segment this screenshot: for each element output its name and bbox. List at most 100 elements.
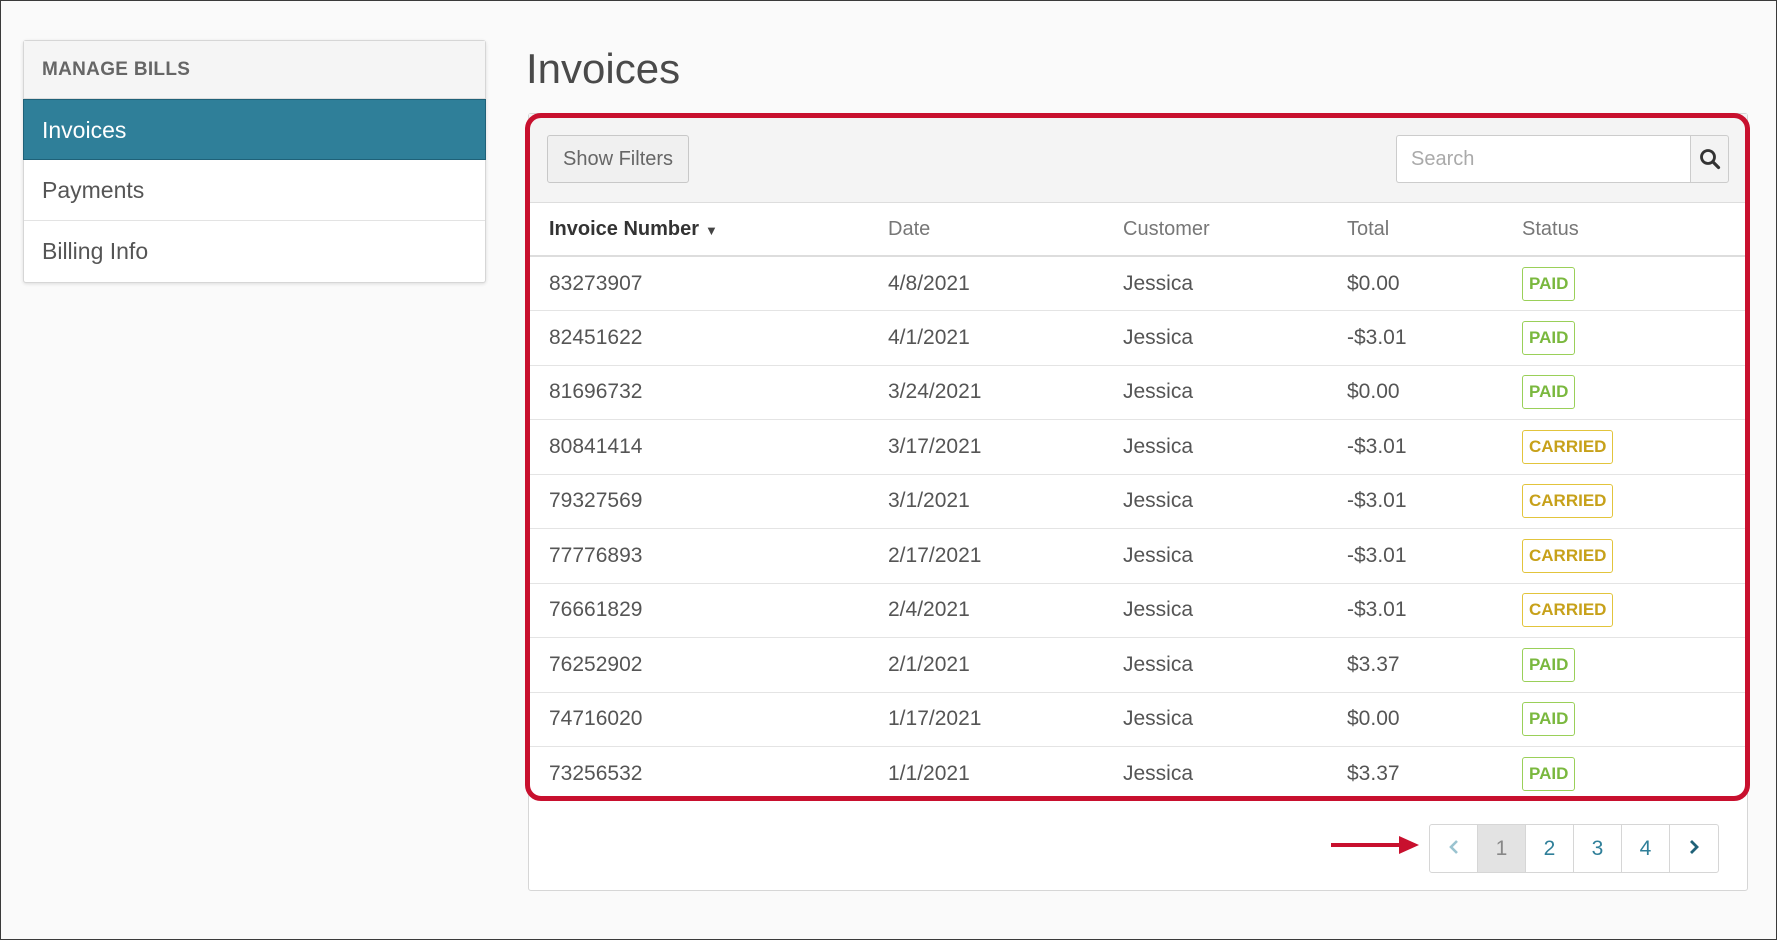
table-row[interactable]: 82451622 4/1/2021 Jessica -$3.01 PAID bbox=[529, 310, 1747, 366]
total-cell: -$3.01 bbox=[1347, 583, 1522, 638]
pagination-prev-button[interactable] bbox=[1430, 825, 1478, 872]
status-cell: PAID bbox=[1522, 692, 1747, 747]
total-cell: -$3.01 bbox=[1347, 310, 1522, 366]
table-row[interactable]: 76252902 2/1/2021 Jessica $3.37 PAID bbox=[529, 637, 1747, 693]
date-cell: 4/8/2021 bbox=[888, 256, 1123, 311]
pagination-page-1[interactable]: 1 bbox=[1478, 825, 1526, 872]
arrow-annotation-icon bbox=[1331, 836, 1419, 854]
table-row[interactable]: 74716020 1/17/2021 Jessica $0.00 PAID bbox=[529, 692, 1747, 747]
column-header-label: Invoice Number bbox=[549, 217, 700, 240]
column-header-customer[interactable]: Customer bbox=[1123, 203, 1347, 257]
pagination: 1234 bbox=[1429, 824, 1719, 873]
table-row[interactable]: 80841414 3/17/2021 Jessica -$3.01 CARRIED bbox=[529, 419, 1747, 475]
date-cell: 2/1/2021 bbox=[888, 637, 1123, 693]
table-row[interactable]: 73256532 1/1/2021 Jessica $3.37 PAID bbox=[529, 747, 1747, 802]
status-cell: PAID bbox=[1522, 256, 1747, 311]
date-cell: 3/24/2021 bbox=[888, 365, 1123, 420]
status-cell: CARRIED bbox=[1522, 583, 1747, 638]
pagination-next-button[interactable] bbox=[1670, 825, 1718, 872]
status-badge: CARRIED bbox=[1522, 429, 1614, 464]
customer-cell: Jessica bbox=[1123, 256, 1347, 311]
total-cell: -$3.01 bbox=[1347, 419, 1522, 475]
pagination-page-2[interactable]: 2 bbox=[1526, 825, 1574, 872]
customer-cell: Jessica bbox=[1123, 365, 1347, 420]
total-cell: -$3.01 bbox=[1347, 528, 1522, 584]
status-badge: PAID bbox=[1522, 757, 1576, 791]
status-badge: PAID bbox=[1522, 375, 1576, 410]
customer-cell: Jessica bbox=[1123, 419, 1347, 475]
show-filters-button[interactable]: Show Filters bbox=[547, 135, 690, 183]
invoice-number-cell: 74716020 bbox=[529, 692, 888, 747]
sort-caret-icon: ▼ bbox=[705, 222, 718, 238]
invoice-number-cell: 76661829 bbox=[529, 583, 888, 638]
invoice-number-cell: 76252902 bbox=[529, 637, 888, 693]
date-cell: 3/1/2021 bbox=[888, 474, 1123, 529]
pagination-page-3[interactable]: 3 bbox=[1574, 825, 1622, 872]
pagination-page-4[interactable]: 4 bbox=[1622, 825, 1670, 872]
search-input[interactable] bbox=[1396, 135, 1690, 183]
sidebar: MANAGE BILLS Invoices Payments Billing I… bbox=[23, 40, 486, 283]
status-cell: PAID bbox=[1522, 310, 1747, 366]
sidebar-item-payments[interactable]: Payments bbox=[24, 160, 485, 221]
status-badge: PAID bbox=[1522, 320, 1576, 355]
column-header-status[interactable]: Status bbox=[1522, 203, 1747, 257]
status-cell: PAID bbox=[1522, 747, 1747, 802]
table-row[interactable]: 76661829 2/4/2021 Jessica -$3.01 CARRIED bbox=[529, 583, 1747, 638]
total-cell: $3.37 bbox=[1347, 762, 1400, 785]
customer-cell: Jessica bbox=[1123, 637, 1347, 693]
invoice-number-cell: 82451622 bbox=[529, 310, 888, 366]
sidebar-item-invoices[interactable]: Invoices bbox=[23, 99, 486, 160]
sidebar-item-billing-info[interactable]: Billing Info bbox=[24, 221, 485, 282]
total-cell: $3.37 bbox=[1347, 637, 1522, 693]
chevron-right-icon bbox=[1690, 840, 1699, 854]
date-cell: 4/1/2021 bbox=[888, 310, 1123, 366]
column-header-invoice-number[interactable]: Invoice Number ▼ bbox=[529, 203, 888, 257]
total-cell: $0.00 bbox=[1347, 692, 1522, 747]
sidebar-header: MANAGE BILLS bbox=[24, 41, 485, 99]
chevron-left-icon bbox=[1448, 840, 1458, 854]
invoice-number-cell: 81696732 bbox=[529, 365, 888, 420]
invoice-number-cell: 83273907 bbox=[529, 256, 888, 311]
invoices-table: Invoice Number ▼ Date Customer Total Stat… bbox=[529, 203, 1747, 801]
status-badge: PAID bbox=[1522, 266, 1576, 301]
invoice-number-cell: 80841414 bbox=[529, 419, 888, 475]
column-header-total[interactable]: Total bbox=[1347, 203, 1522, 257]
status-cell: CARRIED bbox=[1522, 528, 1747, 584]
customer-cell: Jessica bbox=[1123, 474, 1347, 529]
status-badge: PAID bbox=[1522, 647, 1576, 682]
customer-cell: Jessica bbox=[1123, 692, 1347, 747]
date-cell: 1/1/2021 bbox=[888, 762, 970, 785]
customer-cell: Jessica bbox=[1123, 528, 1347, 584]
total-cell: $0.00 bbox=[1347, 256, 1522, 311]
total-cell: $0.00 bbox=[1347, 365, 1522, 420]
screen-frame: MANAGE BILLS Invoices Payments Billing I… bbox=[0, 0, 1777, 940]
customer-cell: Jessica bbox=[1123, 310, 1347, 366]
date-cell: 2/17/2021 bbox=[888, 528, 1123, 584]
customer-cell: Jessica bbox=[1123, 762, 1194, 785]
search-button[interactable] bbox=[1690, 135, 1729, 183]
invoice-number-cell: 73256532 bbox=[549, 762, 643, 785]
date-cell: 3/17/2021 bbox=[888, 419, 1123, 475]
status-cell: CARRIED bbox=[1522, 474, 1747, 529]
table-body: 83273907 4/8/2021 Jessica $0.00 PAID 82451622… bbox=[529, 256, 1747, 801]
status-cell: PAID bbox=[1522, 365, 1747, 420]
column-header-date[interactable]: Date bbox=[888, 203, 1123, 257]
toolbar: Show Filters bbox=[529, 114, 1747, 203]
table-row[interactable]: 81696732 3/24/2021 Jessica $0.00 PAID bbox=[529, 365, 1747, 420]
status-badge: CARRIED bbox=[1522, 538, 1614, 573]
status-badge: CARRIED bbox=[1522, 593, 1614, 628]
status-cell: PAID bbox=[1522, 637, 1747, 693]
search-group bbox=[1396, 135, 1729, 183]
status-cell: CARRIED bbox=[1522, 419, 1747, 475]
table-row[interactable]: 83273907 4/8/2021 Jessica $0.00 PAID bbox=[529, 256, 1747, 311]
invoice-number-cell: 79327569 bbox=[529, 474, 888, 529]
status-badge: CARRIED bbox=[1522, 484, 1614, 519]
date-cell: 2/4/2021 bbox=[888, 583, 1123, 638]
customer-cell: Jessica bbox=[1123, 583, 1347, 638]
page-title: Invoices bbox=[526, 45, 681, 92]
invoice-number-cell: 77776893 bbox=[529, 528, 888, 584]
status-badge: PAID bbox=[1522, 702, 1576, 737]
table-row[interactable]: 79327569 3/1/2021 Jessica -$3.01 CARRIED bbox=[529, 474, 1747, 529]
table-row[interactable]: 77776893 2/17/2021 Jessica -$3.01 CARRIED bbox=[529, 528, 1747, 584]
total-cell: -$3.01 bbox=[1347, 474, 1522, 529]
